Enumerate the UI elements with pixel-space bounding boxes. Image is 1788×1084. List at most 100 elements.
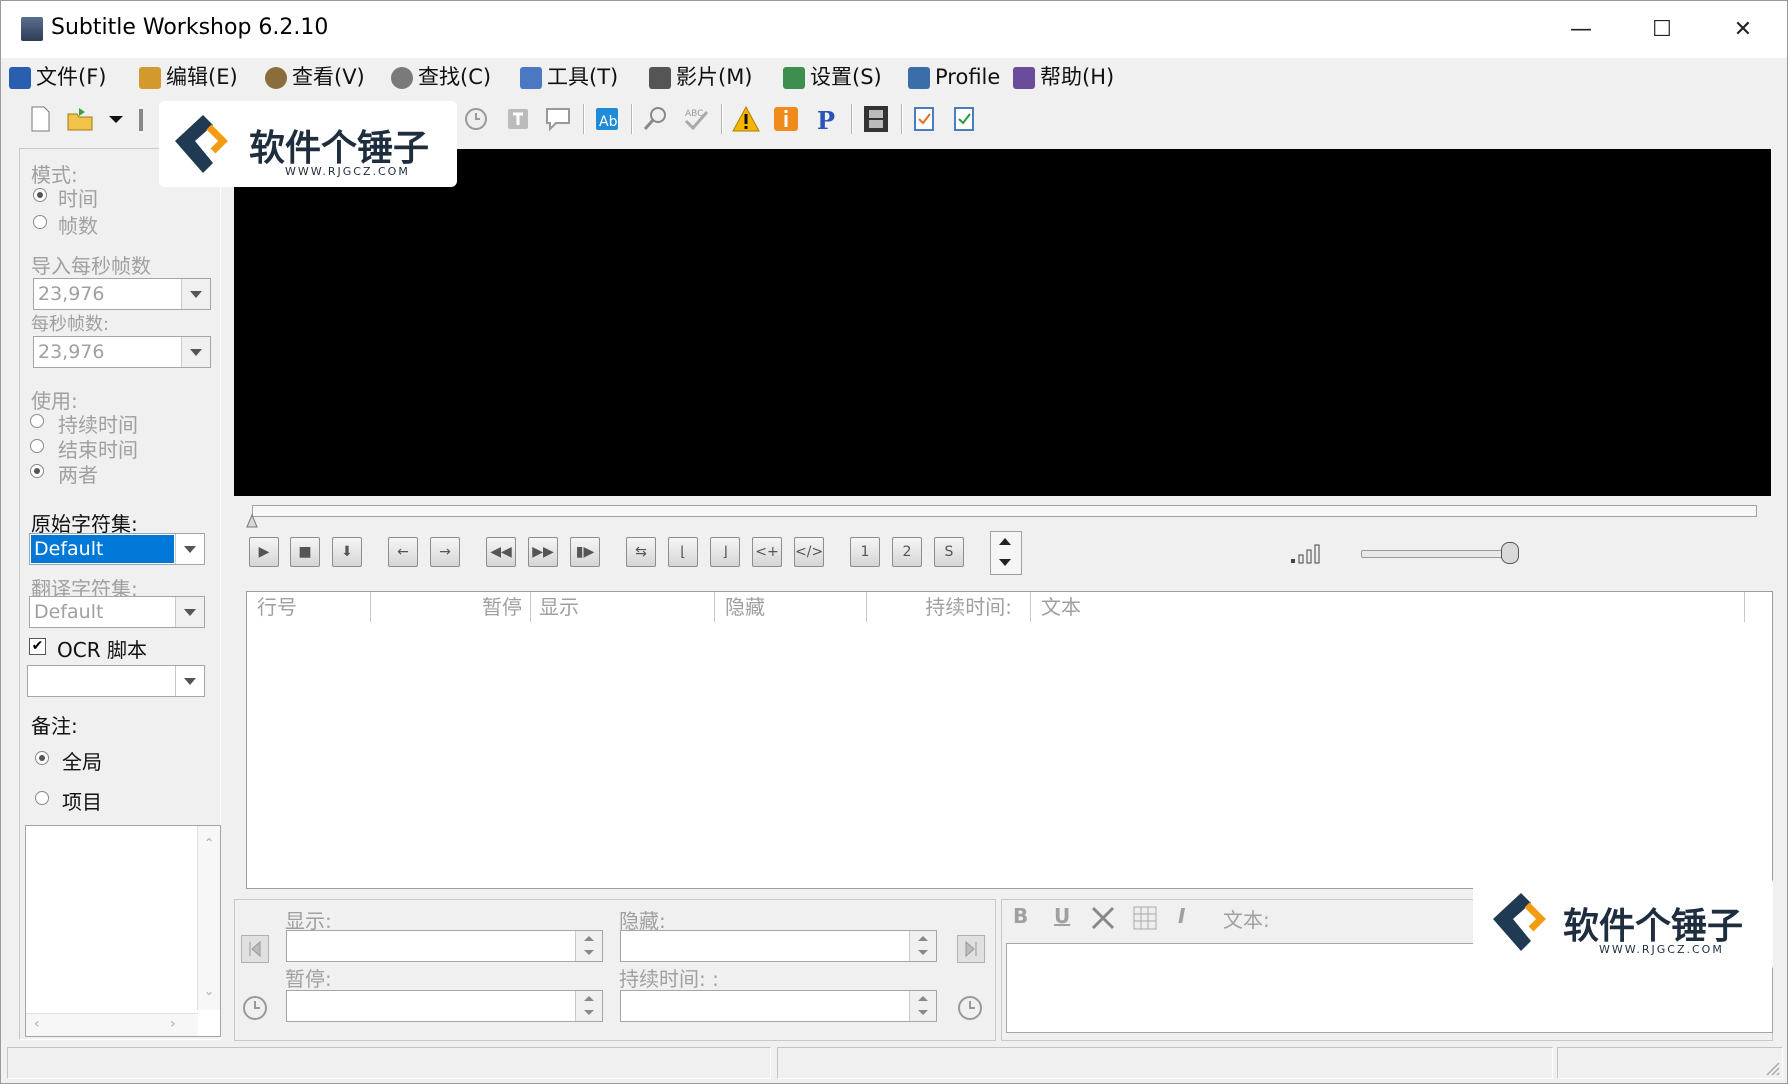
notes-vscrollbar[interactable]: ⌃ ⌄ xyxy=(197,826,220,1010)
clock-icon[interactable] xyxy=(241,994,269,1026)
bold-icon[interactable]: B xyxy=(1013,904,1028,928)
warning-icon[interactable] xyxy=(731,104,761,134)
clock-icon[interactable] xyxy=(956,994,984,1026)
italic-icon[interactable]: I xyxy=(1178,904,1185,928)
notes-item-radio[interactable] xyxy=(35,791,49,805)
prev-subtitle-icon[interactable] xyxy=(241,935,269,963)
column-header-hide[interactable]: 隐藏 xyxy=(715,592,867,622)
notes-textarea[interactable]: ⌃ ⌄ ‹ › xyxy=(25,825,221,1037)
underline-icon[interactable]: U xyxy=(1054,904,1070,928)
chevron-left-icon[interactable]: ‹ xyxy=(34,1016,40,1032)
duration-field[interactable] xyxy=(620,990,937,1022)
input-fps-combo[interactable]: 23,976 xyxy=(33,278,211,310)
pause-label: 暂停: xyxy=(285,967,332,991)
use-duration-radio[interactable] xyxy=(30,414,44,428)
film-icon[interactable] xyxy=(861,104,891,134)
column-header-pause[interactable]: 暂停 xyxy=(371,592,531,622)
seek-thumb[interactable] xyxy=(245,513,259,529)
menu-profile[interactable]: Profile xyxy=(908,58,1000,96)
maximize-button[interactable]: ☐ xyxy=(1623,1,1701,58)
mode-frames-radio[interactable] xyxy=(33,215,47,229)
stop-icon[interactable]: ■ xyxy=(290,537,320,567)
set-start-icon[interactable]: ⌊ xyxy=(668,537,698,567)
fast-forward-icon[interactable]: ▶▶ xyxy=(528,537,558,567)
show-time-field[interactable] xyxy=(286,930,603,962)
mode-time-radio[interactable] xyxy=(33,188,47,202)
info-icon[interactable] xyxy=(771,104,801,134)
marker-2-icon[interactable]: 2 xyxy=(892,537,922,567)
hide-time-spinner[interactable] xyxy=(909,931,936,961)
rewind-icon[interactable]: ◀◀ xyxy=(486,537,516,567)
menu-help[interactable]: 帮助(H) xyxy=(1013,58,1114,96)
subtitle-grid[interactable]: 行号 暂停 显示 隐藏 持续时间: 文本 xyxy=(246,591,1773,889)
strikeout-icon[interactable] xyxy=(1089,904,1117,936)
doc-settings-icon[interactable] xyxy=(909,104,939,134)
use-both-radio[interactable] xyxy=(30,464,44,478)
spellcheck-icon[interactable]: ABC xyxy=(681,104,711,134)
step-spinner[interactable] xyxy=(990,531,1022,575)
menu-movie[interactable]: 影片(M) xyxy=(649,58,753,96)
ocr-script-combo[interactable] xyxy=(27,665,205,697)
chevron-down-icon[interactable]: ⌄ xyxy=(204,984,214,998)
pause-field[interactable] xyxy=(286,990,603,1022)
text-icon[interactable] xyxy=(503,104,533,134)
column-header-line[interactable]: 行号 xyxy=(247,592,371,622)
play-icon[interactable]: ▶ xyxy=(249,537,279,567)
volume-icon xyxy=(1289,541,1329,569)
next-subtitle-icon[interactable] xyxy=(957,935,985,963)
close-button[interactable]: ✕ xyxy=(1704,1,1782,58)
fps-combo[interactable]: 23,976 xyxy=(33,336,211,368)
hide-time-field[interactable] xyxy=(620,930,937,962)
column-header-show[interactable]: 显示 xyxy=(531,592,715,622)
translate-icon[interactable]: Ab xyxy=(592,104,622,134)
menu-find[interactable]: 查找(C) xyxy=(391,58,491,96)
doc-check-icon[interactable] xyxy=(949,104,979,134)
open-dropdown-icon[interactable] xyxy=(101,104,131,134)
swap-icon[interactable]: ⇆ xyxy=(626,537,656,567)
volume-slider[interactable] xyxy=(1361,550,1519,558)
seek-bar[interactable] xyxy=(252,505,1757,517)
forward-icon[interactable]: → xyxy=(430,537,460,567)
clock-icon[interactable] xyxy=(461,104,491,134)
pause-spinner[interactable] xyxy=(575,991,602,1021)
down-arrow-icon[interactable]: ⬇ xyxy=(332,537,362,567)
comment-icon[interactable] xyxy=(543,104,573,134)
code-icon[interactable]: </> xyxy=(794,537,824,567)
menu-settings[interactable]: 设置(S) xyxy=(783,58,882,96)
new-file-icon[interactable] xyxy=(25,104,55,134)
column-header-text[interactable]: 文本 xyxy=(1031,592,1745,622)
video-preview[interactable] xyxy=(234,149,1771,496)
ocr-checkbox[interactable]: ✔ xyxy=(29,638,46,655)
volume-thumb[interactable] xyxy=(1501,542,1519,564)
trans-charset-value: Default xyxy=(34,601,104,623)
trans-charset-combo[interactable]: Default xyxy=(29,596,205,628)
minimize-button[interactable]: — xyxy=(1542,1,1620,58)
table-icon[interactable] xyxy=(1131,904,1159,936)
back-icon[interactable]: ← xyxy=(388,537,418,567)
menu-tools[interactable]: 工具(T) xyxy=(520,58,618,96)
marker-1-icon[interactable]: 1 xyxy=(850,537,880,567)
use-end-radio[interactable] xyxy=(30,439,44,453)
add-subtitle-icon[interactable]: <+ xyxy=(752,537,782,567)
fps-label: 每秒帧数: xyxy=(31,314,110,335)
chevron-up-icon[interactable]: ⌃ xyxy=(204,836,214,850)
column-header-duration[interactable]: 持续时间: xyxy=(867,592,1031,622)
notes-hscrollbar[interactable]: ‹ › xyxy=(26,1013,198,1036)
chevron-down-icon[interactable] xyxy=(999,559,1011,566)
menu-edit[interactable]: 编辑(E) xyxy=(139,58,238,96)
marker-s-icon[interactable]: S xyxy=(934,537,964,567)
search-icon[interactable] xyxy=(641,104,671,134)
duration-spinner[interactable] xyxy=(909,991,936,1021)
p-format-icon[interactable]: P xyxy=(811,104,841,135)
show-time-spinner[interactable] xyxy=(575,931,602,961)
chevron-up-icon[interactable] xyxy=(999,538,1011,545)
menu-file[interactable]: 文件(F) xyxy=(9,58,106,96)
open-folder-icon[interactable] xyxy=(65,104,95,134)
menu-view[interactable]: 查看(V) xyxy=(265,58,365,96)
notes-global-radio[interactable] xyxy=(35,751,49,765)
resize-grip-icon[interactable] xyxy=(1761,1057,1781,1081)
set-end-icon[interactable]: ⌋ xyxy=(710,537,740,567)
orig-charset-combo[interactable]: Default xyxy=(29,533,205,565)
chevron-right-icon[interactable]: › xyxy=(170,1016,176,1032)
next-frame-icon[interactable]: ▮▶ xyxy=(570,537,600,567)
